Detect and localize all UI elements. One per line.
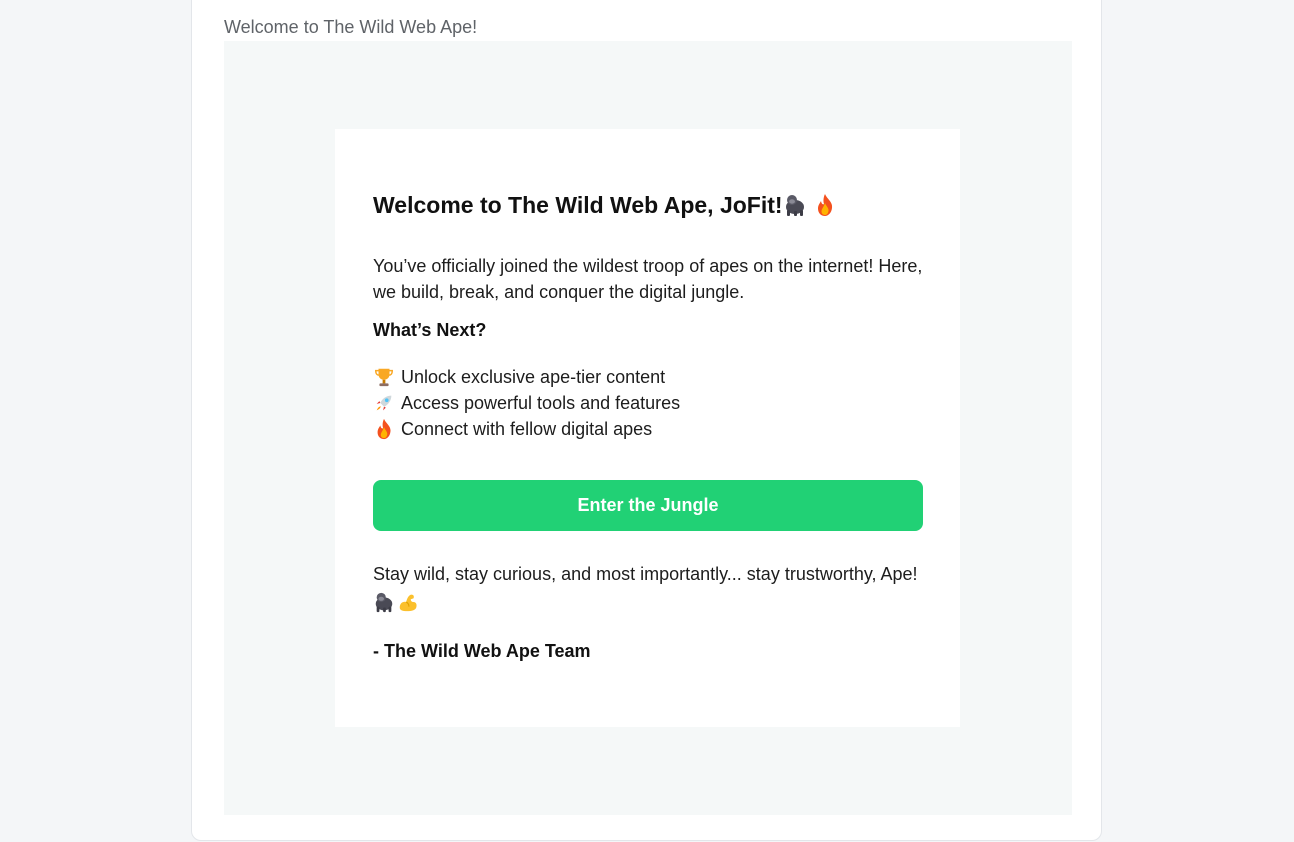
trophy-icon (373, 366, 395, 388)
gorilla-icon (783, 193, 807, 217)
fire-icon (373, 418, 395, 440)
email-signoff: - The Wild Web Ape Team (373, 641, 591, 661)
list-item: Connect with fellow digital apes (373, 416, 680, 442)
email-preheader: Welcome to The Wild Web Ape! (224, 17, 478, 37)
email-card: Welcome to The Wild Web Ape, JoFit! You’… (335, 129, 960, 727)
rocket-icon (373, 392, 395, 414)
headline-emojis (783, 193, 843, 217)
list-item: Access powerful tools and features (373, 390, 680, 416)
fire-icon (813, 193, 837, 217)
email-outro: Stay wild, stay curious, and most import… (373, 564, 918, 584)
list-item: Unlock exclusive ape-tier content (373, 364, 680, 390)
outro-emojis (373, 591, 421, 613)
enter-the-jungle-button[interactable]: Enter the Jungle (373, 480, 923, 531)
whats-next-heading: What’s Next? (373, 320, 487, 340)
feature-label: Connect with fellow digital apes (401, 419, 653, 439)
feature-label: Access powerful tools and features (401, 393, 681, 413)
feature-label: Unlock exclusive ape-tier content (401, 367, 666, 387)
gorilla-icon (373, 591, 395, 613)
email-intro: You’ve officially joined the wildest tro… (373, 256, 923, 302)
feature-list: Unlock exclusive ape-tier content Access… (373, 364, 680, 442)
email-headline: Welcome to The Wild Web Ape, JoFit! (373, 192, 783, 218)
flexed-biceps-icon (397, 591, 419, 613)
